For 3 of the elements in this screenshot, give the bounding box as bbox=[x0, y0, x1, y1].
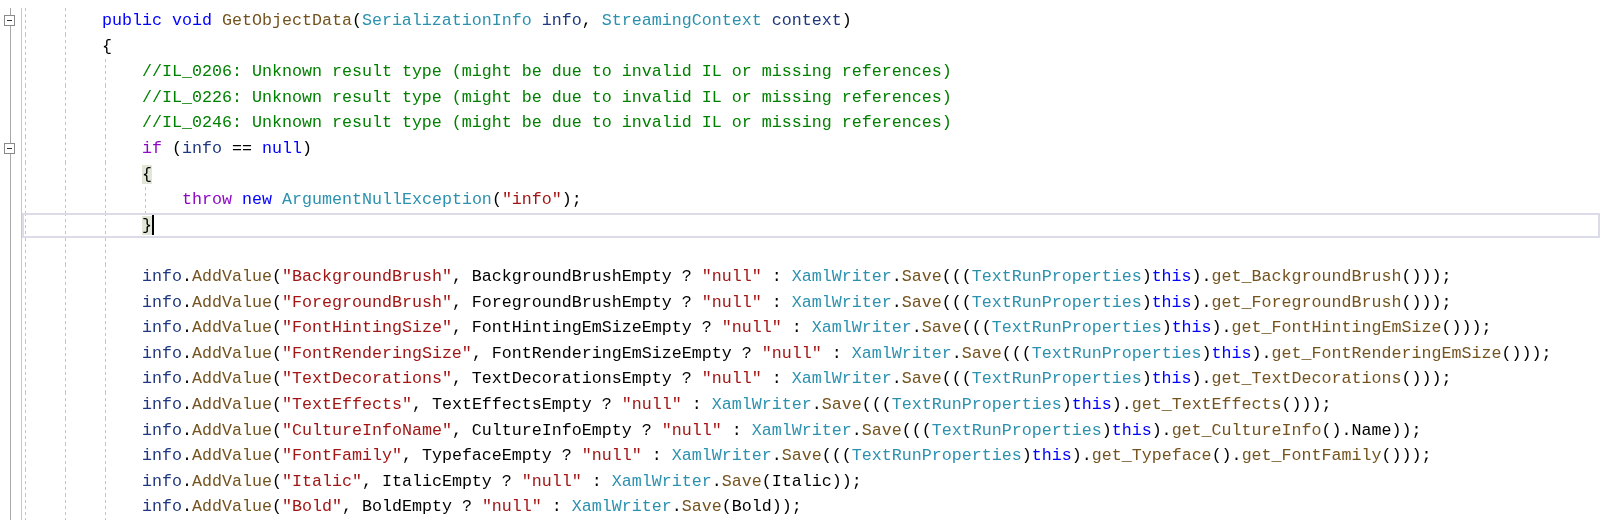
collapse-button[interactable] bbox=[4, 15, 15, 26]
collapse-button[interactable] bbox=[4, 142, 15, 154]
text-caret bbox=[152, 215, 154, 236]
